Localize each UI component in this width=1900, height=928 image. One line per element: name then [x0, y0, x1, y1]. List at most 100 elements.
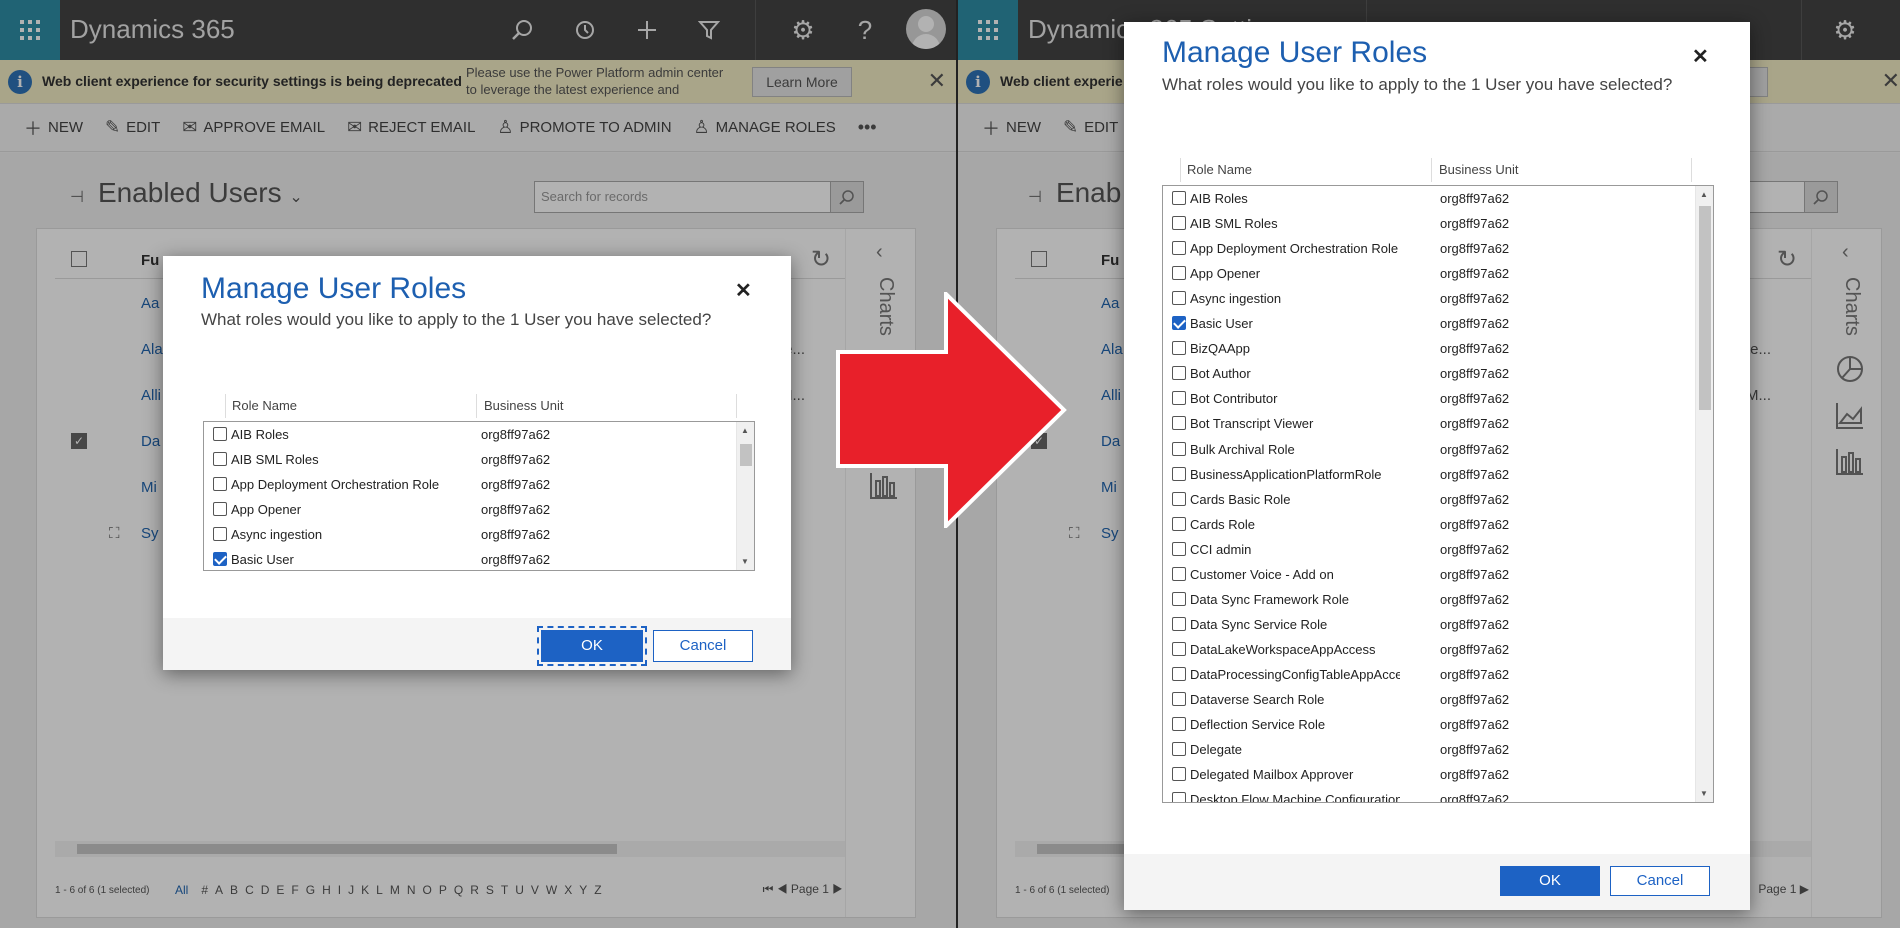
role-checkbox[interactable]: [1172, 416, 1186, 431]
role-row[interactable]: Deflection Service Role org8ff97a62: [1163, 712, 1713, 737]
role-business-unit: org8ff97a62: [1440, 491, 1510, 507]
role-row[interactable]: Bot Contributor org8ff97a62: [1163, 386, 1713, 411]
role-row[interactable]: BizQAApp org8ff97a62: [1163, 336, 1713, 361]
role-checkbox[interactable]: [1172, 591, 1186, 606]
role-checkbox[interactable]: [1172, 266, 1186, 281]
role-business-unit: org8ff97a62: [1440, 541, 1510, 557]
role-row[interactable]: Bot Transcript Viewer org8ff97a62: [1163, 411, 1713, 436]
role-checkbox[interactable]: [213, 452, 227, 467]
business-unit-header[interactable]: Business Unit: [484, 398, 563, 413]
role-checkbox[interactable]: [213, 527, 227, 542]
role-checkbox[interactable]: [1172, 366, 1186, 381]
role-row[interactable]: App Opener org8ff97a62: [204, 497, 754, 522]
role-checkbox[interactable]: [1172, 341, 1186, 356]
role-checkbox[interactable]: [1172, 666, 1186, 681]
role-row[interactable]: AIB Roles org8ff97a62: [204, 422, 754, 447]
scroll-thumb[interactable]: [1699, 206, 1711, 410]
role-checkbox[interactable]: [1172, 641, 1186, 656]
role-row[interactable]: CCI admin org8ff97a62: [1163, 537, 1713, 562]
role-name: App Opener: [1190, 266, 1261, 282]
role-name: Dataverse Search Role: [1190, 692, 1325, 707]
dialog-subtitle: What roles would you like to apply to th…: [1162, 75, 1673, 94]
role-business-unit: org8ff97a62: [1440, 316, 1510, 332]
role-row[interactable]: Cards Role org8ff97a62: [1163, 512, 1713, 537]
role-name: Delegated Mailbox Approver: [1190, 767, 1354, 783]
role-checkbox[interactable]: [1172, 742, 1186, 757]
role-name: AIB SML Roles: [1190, 216, 1278, 232]
role-row[interactable]: BusinessApplicationPlatformRole org8ff97a…: [1163, 462, 1713, 487]
role-name: AIB Roles: [1190, 191, 1248, 206]
scroll-thumb[interactable]: [740, 444, 752, 466]
role-row[interactable]: Async ingestion org8ff97a62: [204, 522, 754, 547]
role-row[interactable]: Cards Basic Role org8ff97a62: [1163, 487, 1713, 512]
role-row[interactable]: Basic User org8ff97a62: [204, 547, 754, 570]
roles-list[interactable]: Desktop Flow Machine Configuration A... o…: [1162, 185, 1714, 803]
roles-list[interactable]: Basic User org8ff97a62 Async ingestion org8…: [203, 421, 755, 571]
role-name-header[interactable]: Role Name: [232, 398, 297, 413]
role-name: Async ingestion: [1190, 291, 1282, 307]
right-screenshot-panel: Dynamics 365 Settings ⚙ ? i Web client e…: [958, 0, 1900, 928]
dialog-title: Manage User Roles: [1162, 36, 1428, 69]
role-checkbox[interactable]: [1172, 516, 1186, 531]
role-row[interactable]: App Deployment Orchestration Role org8ff9…: [204, 472, 754, 497]
role-row[interactable]: App Deployment Orchestration Role org8ff9…: [1163, 236, 1713, 261]
role-checkbox[interactable]: [213, 477, 227, 492]
role-row[interactable]: AIB SML Roles org8ff97a62: [1163, 211, 1713, 236]
cancel-button[interactable]: Cancel: [1610, 866, 1710, 896]
dialog-subtitle: What roles would you like to apply to th…: [201, 310, 712, 329]
business-unit-header[interactable]: Business Unit: [1439, 162, 1518, 177]
close-icon[interactable]: ✕: [735, 278, 752, 303]
role-row[interactable]: Dataverse Search Role org8ff97a62: [1163, 687, 1713, 712]
scroll-down-icon[interactable]: ▼: [741, 557, 749, 566]
role-row[interactable]: Desktop Flow Machine Configuration A... o…: [1163, 787, 1713, 802]
role-business-unit: org8ff97a62: [1440, 216, 1510, 232]
ok-button[interactable]: OK: [537, 626, 647, 666]
roles-vertical-scrollbar[interactable]: ▲ ▼: [1695, 186, 1713, 802]
role-row[interactable]: AIB SML Roles org8ff97a62: [204, 447, 754, 472]
role-business-unit: org8ff97a62: [1440, 441, 1510, 457]
role-row[interactable]: Data Sync Framework Role org8ff97a62: [1163, 587, 1713, 612]
role-checkbox[interactable]: [1172, 491, 1186, 506]
role-row[interactable]: Delegate org8ff97a62: [1163, 737, 1713, 762]
role-checkbox[interactable]: [1172, 441, 1186, 456]
role-checkbox[interactable]: [1172, 291, 1186, 306]
role-checkbox[interactable]: [1172, 692, 1186, 706]
role-checkbox[interactable]: [213, 552, 227, 567]
ok-button[interactable]: OK: [1500, 866, 1600, 896]
role-checkbox[interactable]: [1172, 541, 1186, 556]
role-row[interactable]: AIB Roles org8ff97a62: [1163, 186, 1713, 211]
cancel-button[interactable]: Cancel: [653, 630, 753, 662]
role-row[interactable]: Delegated Mailbox Approver org8ff97a62: [1163, 762, 1713, 787]
role-checkbox[interactable]: [213, 427, 227, 441]
role-checkbox[interactable]: [1172, 191, 1186, 205]
dialog-footer: OK Cancel: [1124, 854, 1750, 910]
role-checkbox[interactable]: [1172, 316, 1186, 331]
role-checkbox[interactable]: [1172, 616, 1186, 631]
role-row[interactable]: Bulk Archival Role org8ff97a62: [1163, 437, 1713, 462]
close-icon[interactable]: ✕: [1692, 44, 1709, 69]
role-business-unit: org8ff97a62: [1440, 767, 1510, 783]
role-row[interactable]: DataLakeWorkspaceAppAccess org8ff97a62: [1163, 637, 1713, 662]
role-checkbox[interactable]: [213, 502, 227, 517]
role-row[interactable]: Async ingestion org8ff97a62: [1163, 286, 1713, 311]
role-row[interactable]: Data Sync Service Role org8ff97a62: [1163, 612, 1713, 637]
role-checkbox[interactable]: [1172, 566, 1186, 581]
role-row[interactable]: DataProcessingConfigTableAppAccess org8ff…: [1163, 662, 1713, 687]
scroll-down-icon[interactable]: ▼: [1700, 789, 1708, 798]
role-checkbox[interactable]: [1172, 391, 1186, 406]
role-name-header[interactable]: Role Name: [1187, 162, 1252, 177]
role-checkbox[interactable]: [1172, 717, 1186, 732]
role-row[interactable]: Bot Author org8ff97a62: [1163, 361, 1713, 386]
role-checkbox[interactable]: [1172, 767, 1186, 782]
role-checkbox[interactable]: [1172, 216, 1186, 231]
role-checkbox[interactable]: [1172, 241, 1186, 256]
role-checkbox[interactable]: [1172, 792, 1186, 802]
role-row[interactable]: Basic User org8ff97a62: [1163, 311, 1713, 336]
scroll-up-icon[interactable]: ▲: [741, 426, 749, 435]
role-row[interactable]: Customer Voice - Add on org8ff97a62: [1163, 562, 1713, 587]
role-row[interactable]: App Opener org8ff97a62: [1163, 261, 1713, 286]
scroll-up-icon[interactable]: ▲: [1700, 190, 1708, 199]
role-name: Cards Basic Role: [1190, 491, 1291, 507]
role-checkbox[interactable]: [1172, 466, 1186, 481]
roles-vertical-scrollbar[interactable]: ▲ ▼: [736, 422, 754, 570]
